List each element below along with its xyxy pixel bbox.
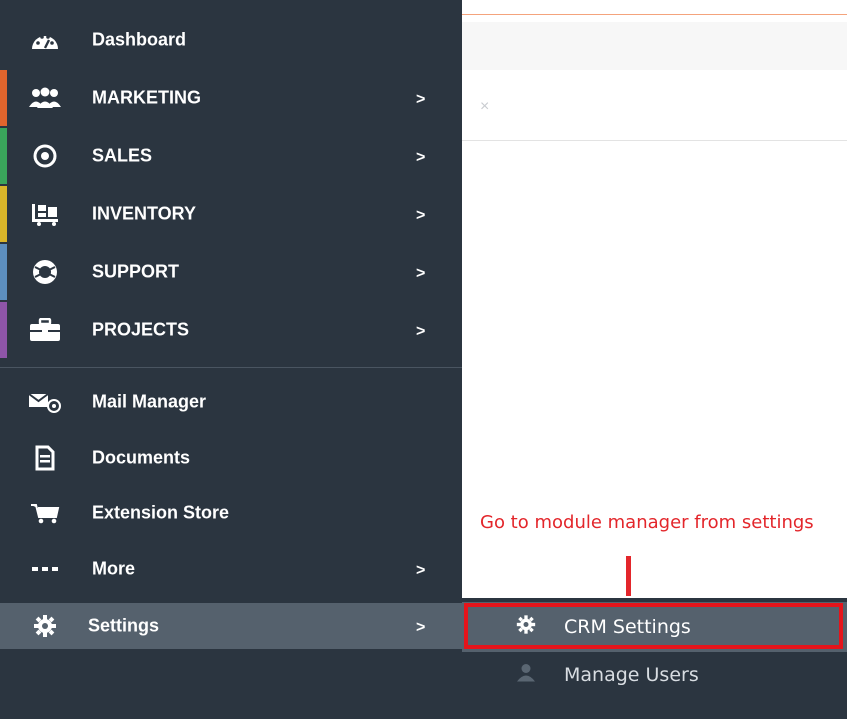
content-divider (462, 140, 847, 141)
toolbar-strip (462, 22, 847, 70)
gear-icon (28, 613, 62, 639)
chevron-right-icon: > (416, 618, 426, 636)
sidebar-item-label: SALES (92, 145, 153, 166)
user-icon (516, 663, 536, 688)
accent-bar (0, 186, 7, 242)
sidebar-item-label: Mail Manager (92, 391, 207, 412)
chevron-right-icon: > (416, 148, 426, 166)
sidebar-item-sales[interactable]: SALES > (0, 128, 462, 184)
close-icon[interactable]: × (480, 98, 489, 116)
ellipsis-icon (28, 556, 62, 582)
sidebar-item-projects[interactable]: PROJECTS > (0, 302, 462, 358)
sidebar-item-label: MARKETING (92, 87, 201, 108)
inventory-cart-icon (28, 201, 62, 227)
sidebar-item-label: Documents (92, 447, 191, 468)
submenu-item-label: Manage Users (564, 664, 699, 686)
sidebar-item-documents[interactable]: Documents (0, 430, 462, 486)
chevron-right-icon: > (416, 90, 426, 108)
accent-bar (0, 244, 7, 300)
accent-bar (0, 128, 7, 184)
accent-bar (0, 302, 7, 358)
sidebar-item-settings[interactable]: Settings > (0, 603, 462, 649)
sidebar-item-label: More (92, 558, 136, 579)
sidebar-menu: Dashboard MARKETING > SALES > INVENTORY … (0, 0, 462, 719)
sidebar-item-label: SUPPORT (92, 261, 180, 282)
sidebar-divider (0, 367, 462, 368)
sidebar-item-more[interactable]: More > (0, 541, 462, 597)
users-group-icon (28, 85, 62, 111)
chevron-right-icon: > (416, 322, 426, 340)
annotation-text: Go to module manager from settings (480, 512, 814, 533)
sidebar-item-support[interactable]: SUPPORT > (0, 244, 462, 300)
sidebar-item-label: Extension Store (92, 502, 230, 523)
sidebar-item-label: INVENTORY (92, 203, 197, 224)
mail-at-icon (28, 389, 62, 415)
sidebar-item-label: Dashboard (92, 29, 187, 50)
target-icon (28, 143, 62, 169)
sidebar-item-dashboard[interactable]: Dashboard (0, 12, 462, 68)
submenu-item-manage-users[interactable]: Manage Users (462, 650, 847, 700)
chevron-right-icon: > (416, 264, 426, 282)
sidebar-item-label: Settings (88, 615, 160, 636)
highlight-box (464, 603, 843, 649)
cart-icon (28, 500, 62, 526)
document-icon (28, 445, 62, 471)
sidebar-item-label: PROJECTS (92, 319, 190, 340)
chevron-right-icon: > (416, 561, 426, 579)
briefcase-icon (28, 317, 62, 343)
sidebar-item-marketing[interactable]: MARKETING > (0, 70, 462, 126)
accent-bar (0, 70, 7, 126)
sidebar-item-inventory[interactable]: INVENTORY > (0, 186, 462, 242)
chevron-right-icon: > (416, 206, 426, 224)
sidebar-item-mail-manager[interactable]: Mail Manager (0, 374, 462, 430)
top-header-bar (462, 0, 847, 15)
dashboard-gauge-icon (28, 27, 62, 53)
annotation-pointer-line (626, 556, 631, 596)
sidebar-item-extension-store[interactable]: Extension Store (0, 485, 462, 541)
lifebuoy-icon (28, 259, 62, 285)
